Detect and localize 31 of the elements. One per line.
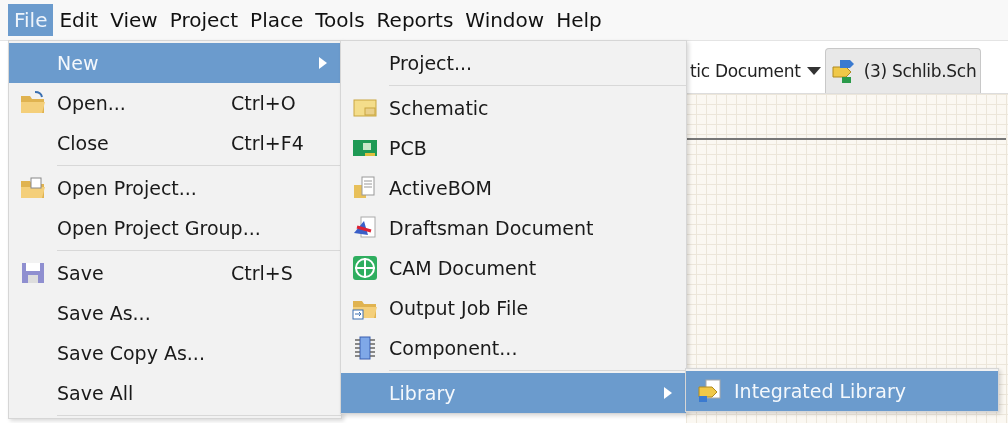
dropdown-caret-icon [806,67,821,75]
menu-item[interactable]: CAM Document [341,248,686,288]
menu-item[interactable]: Draftsman Document [341,208,686,248]
menu-item[interactable]: PCB [341,128,686,168]
crosshair-globe-icon [351,255,379,281]
menu-bar-item[interactable]: Window [459,4,551,36]
menu-bar-item[interactable]: Project [163,4,245,36]
menu-item[interactable]: Project... [341,43,686,83]
menu-item[interactable]: Save All [9,373,341,413]
menu-item[interactable]: Save Ctrl+S [9,253,341,293]
document-tab[interactable]: (3) Schlib.Sch [824,48,982,93]
menu-item[interactable]: Schematic [341,88,686,128]
menu-item[interactable]: Open... Ctrl+O [9,83,341,123]
library-package-icon [696,378,724,404]
menu-item[interactable]: Save As... [9,293,341,333]
menu-item[interactable]: Close Ctrl+F4 [9,123,341,163]
menu-item[interactable]: Component... [341,328,686,368]
menu-bar-item[interactable]: Edit [53,4,105,36]
menu-bar-item[interactable]: Tools [309,4,371,36]
menu-bar-item[interactable]: View [104,4,164,36]
menu-item[interactable]: ActiveBOM [341,168,686,208]
menu-item[interactable]: Open Project Group... [9,208,341,248]
menu-bar-item[interactable]: Place [244,4,310,36]
menu-bar-item[interactable]: Help [550,4,608,36]
menu-item[interactable]: Save Copy As... [9,333,341,373]
menu-bar-item[interactable]: Reports [370,4,460,36]
menu-item[interactable]: Open Project... [9,168,341,208]
open-folder-icon [19,90,47,116]
drafting-document-icon [351,215,379,241]
project-folder-icon [19,175,47,201]
menu-item[interactable]: Output Job File [341,288,686,328]
